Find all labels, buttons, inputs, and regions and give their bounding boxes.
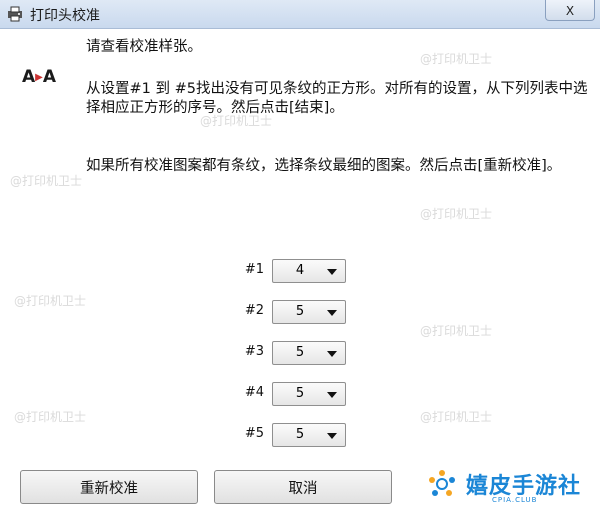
brand-watermark: 嬉皮手游社 CPIA.CLUB [402, 460, 600, 512]
setting-4-dropdown[interactable]: 5 [272, 382, 346, 406]
watermark: @打印机卫士 [10, 174, 83, 188]
close-icon: X [565, 4, 575, 18]
dropdown-arrow-icon [327, 433, 337, 439]
cancel-button[interactable]: 取消 [214, 470, 392, 504]
watermark: @打印机卫士 [14, 294, 87, 308]
dropdown-arrow-icon [327, 392, 337, 398]
print-head-icon: A▶A [22, 67, 57, 87]
setting-2-dropdown[interactable]: 5 [272, 300, 346, 324]
watermark: @打印机卫士 [420, 410, 493, 424]
dropdown-value: 5 [295, 345, 305, 360]
dropdown-arrow-icon [327, 351, 337, 357]
instruction-line-2: 从设置#1 到 #5找出没有可见条纹的正方形。对所有的设置，从下列列表中选择相应… [86, 81, 588, 116]
setting-label: #4 [244, 385, 264, 400]
setting-label: #5 [244, 426, 264, 441]
watermark: @打印机卫士 [420, 52, 493, 66]
brand-logo-icon [429, 470, 455, 496]
watermark: @打印机卫士 [14, 410, 87, 424]
setting-label: #3 [244, 344, 264, 359]
close-button[interactable]: X [545, 0, 595, 21]
dropdown-arrow-icon [327, 269, 337, 275]
printer-icon [8, 6, 22, 22]
dropdown-value: 5 [295, 386, 305, 401]
instruction-line-1: 请查看校准样张。 [86, 39, 202, 55]
title-bar[interactable]: 打印头校准 X [0, 0, 600, 29]
watermark: @打印机卫士 [420, 207, 493, 221]
window-title: 打印头校准 [30, 8, 100, 24]
watermark: @打印机卫士 [420, 324, 493, 338]
brand-url: CPIA.CLUB [492, 496, 538, 504]
setting-label: #2 [244, 303, 264, 318]
dropdown-value: 5 [295, 304, 305, 319]
instruction-line-3: 如果所有校准图案都有条纹，选择条纹最细的图案。然后点击[重新校准]。 [86, 158, 562, 174]
dropdown-value: 5 [295, 427, 305, 442]
dropdown-value: 4 [295, 263, 305, 278]
setting-1-dropdown[interactable]: 4 [272, 259, 346, 283]
setting-3-dropdown[interactable]: 5 [272, 341, 346, 365]
recalibrate-button[interactable]: 重新校准 [20, 470, 198, 504]
calibration-dialog: 打印头校准 X @打印机卫士 @打印机卫士 @打印机卫士 @打印机卫士 @打印机… [0, 0, 600, 512]
dropdown-arrow-icon [327, 310, 337, 316]
setting-5-dropdown[interactable]: 5 [272, 423, 346, 447]
setting-label: #1 [244, 262, 264, 277]
